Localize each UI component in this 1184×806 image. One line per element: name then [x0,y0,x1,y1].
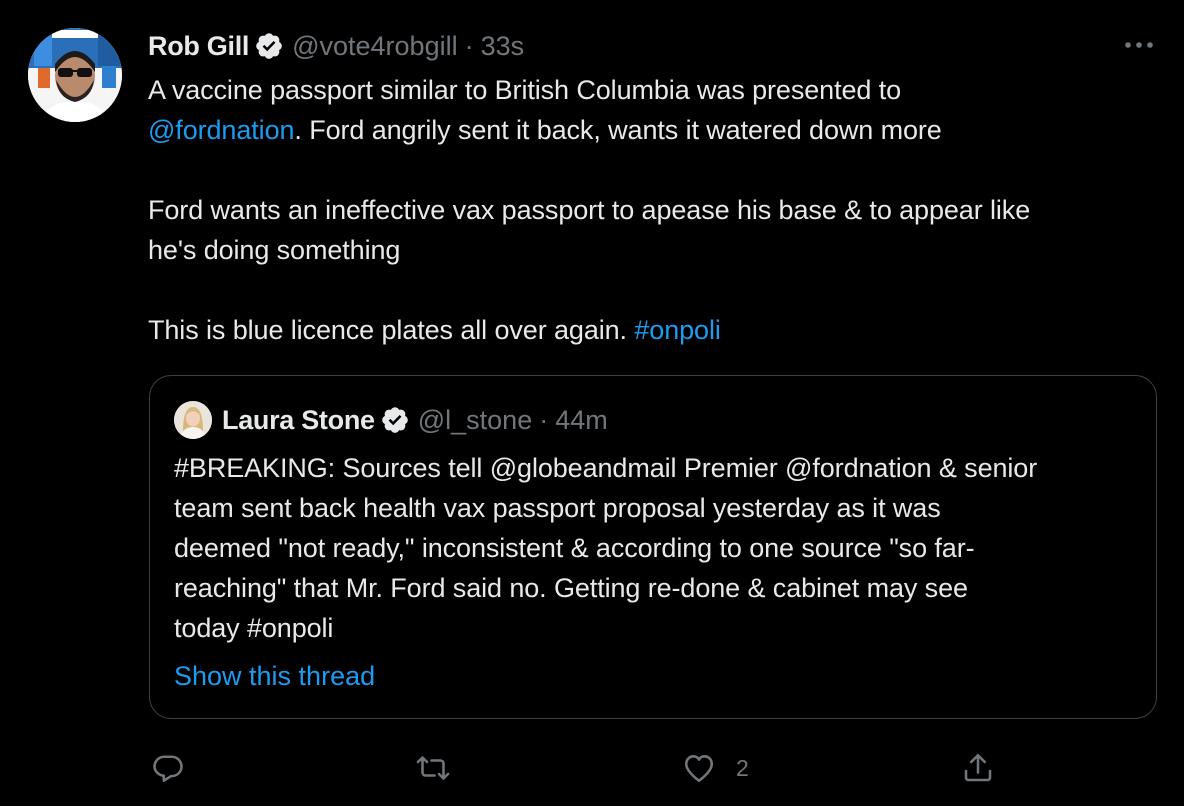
quoted-author-handle[interactable]: @l_stone [418,405,532,436]
quoted-tweet-line: team sent back health vax passport propo… [174,493,941,523]
quoted-tweet-line: reaching" that Mr. Ford said no. Getting… [174,573,968,603]
tweet-action-bar: 2 [0,744,1184,792]
author-name[interactable]: Rob Gill [148,31,249,62]
tweet[interactable]: Rob Gill @vote4robgill · 33s A vaccine p… [0,0,1184,806]
quoted-tweet-timestamp[interactable]: 44m [555,405,608,436]
tweet-line: @fordnation. Ford angrily sent it back, … [148,110,1158,150]
tweet-line: Ford wants an ineffective vax passport t… [148,190,1158,230]
quoted-tweet-line: today #onpoli [174,613,334,643]
quoted-tweet-line: deemed "not ready," inconsistent & accor… [174,533,975,563]
tweet-text-segment: . Ford angrily sent it back, wants it wa… [294,115,942,145]
tweet-line: he's doing something [148,230,1158,270]
tweet-timestamp[interactable]: 33s [481,31,525,62]
show-this-thread-link[interactable]: Show this thread [174,656,375,696]
quoted-tweet[interactable]: Laura Stone @l_stone · 44m #BREAKING: So… [149,375,1157,719]
quoted-tweet-text: #BREAKING: Sources tell @globeandmail Pr… [174,448,1144,648]
quoted-author-avatar[interactable] [174,401,212,439]
retweet-icon [414,750,452,786]
tweet-line: This is blue licence plates all over aga… [148,310,1158,350]
tweet-line: A vaccine passport similar to British Co… [148,70,1158,110]
tweet-text-segment: Ford wants an ineffective vax passport t… [148,195,1031,225]
verified-badge-icon [254,31,284,61]
like-button[interactable]: 2 [680,750,749,786]
quoted-author-name[interactable]: Laura Stone [222,405,375,436]
share-icon [960,750,996,786]
tweet-text-segment: This is blue licence plates all over aga… [148,315,635,345]
verified-badge-icon [380,405,410,435]
quoted-tweet-header: Laura Stone @l_stone · 44m [174,400,608,440]
like-count: 2 [736,754,749,781]
mention-link[interactable]: @fordnation [148,115,295,145]
share-button[interactable] [960,750,996,786]
header-separator: · [464,30,474,61]
reply-button[interactable] [150,750,186,786]
author-handle[interactable]: @vote4robgill [292,31,458,62]
tweet-text-segment: A vaccine passport similar to British Co… [148,75,902,105]
retweet-button[interactable] [414,750,452,786]
quoted-header-separator: · [539,404,549,435]
tweet-header: Rob Gill @vote4robgill · 33s [148,28,524,64]
tweet-text-segment: he's doing something [148,235,401,265]
like-icon [680,750,718,786]
hashtag-link[interactable]: #onpoli [634,315,720,345]
author-avatar[interactable] [28,28,122,122]
reply-icon [150,750,186,786]
more-options-icon[interactable] [1122,30,1156,60]
tweet-text: A vaccine passport similar to British Co… [148,70,1158,350]
quoted-tweet-line: #BREAKING: Sources tell @globeandmail Pr… [174,453,1038,483]
